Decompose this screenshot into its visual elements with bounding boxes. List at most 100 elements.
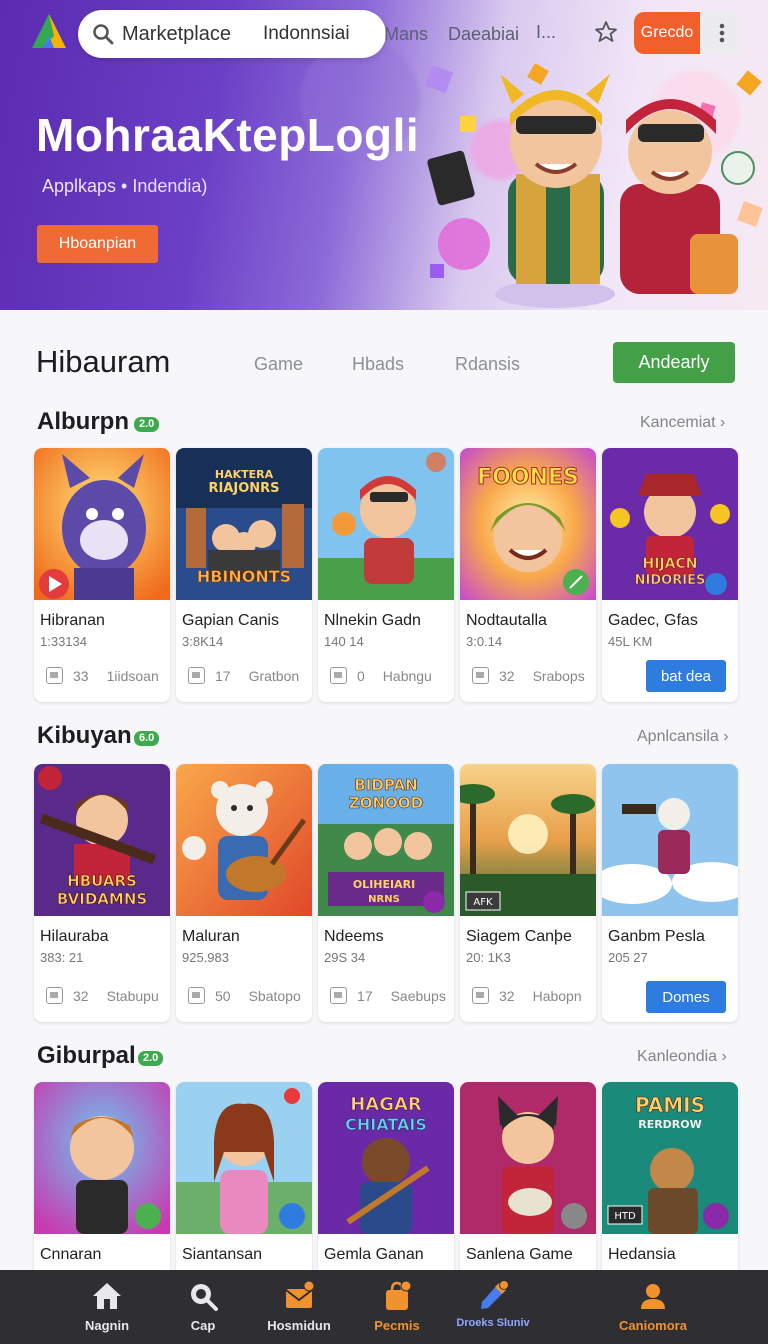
hero-title: MohraaKtepLogli [36,109,420,161]
app-card[interactable]: Cnnaran [34,1082,170,1282]
search-region[interactable]: Indonnsiai [263,23,350,45]
app-stats: 0 Habngu [330,667,432,684]
app-stats: 17 Saebups [330,987,446,1004]
home-icon [93,1283,121,1309]
nav-link-more[interactable]: I... [536,22,556,43]
nav-link-1[interactable]: Mans [384,24,428,45]
search-icon [93,24,114,45]
nav-item-profile[interactable]: Caniomora [593,1270,713,1344]
section-action-button[interactable]: bat dea [646,660,726,692]
hero-characters-illustration [424,64,763,308]
app-thumbnail [176,764,312,916]
app-name: Siagem Canþe [466,928,572,945]
storage-icon [472,987,489,1004]
storage-icon [188,987,205,1004]
app-name: Gapian Canis [182,612,279,629]
app-card[interactable]: PAMIS RERDROW HTD Hedansia [602,1082,738,1282]
app-card[interactable]: HAGAR CHIATAIS Gemla Ganan [318,1082,454,1282]
storage-icon [472,667,489,684]
mail-icon [285,1280,315,1308]
app-name: Nlnekin Gadn [324,612,421,629]
app-logo-icon[interactable] [30,12,68,52]
see-more-link[interactable]: Apnlcansila › [637,728,729,746]
section-title: Kibuyan [37,722,132,749]
svg-text:BIDPAN: BIDPAN [354,776,417,794]
svg-text:HTD: HTD [614,1211,636,1222]
section-title: Giburpal [37,1042,136,1069]
app-card[interactable]: Maluran 925.983 50 Sbatopo [176,764,312,1022]
app-meta: 3:0.14 [466,634,503,649]
app-name: Siantansan [182,1246,263,1263]
bag-icon [386,1280,412,1310]
app-thumbnail [34,1082,170,1234]
hero-cta-button[interactable]: Hboanpian [37,225,158,263]
app-name: Hibranan [40,612,105,629]
svg-text:RIAJONRS: RIAJONRS [208,481,279,496]
svg-text:FOONES: FOONES [477,465,579,490]
app-thumbnail: BIDPAN ZONOOD OLIHEIARI NRNS [318,764,454,916]
svg-text:HAKTERA: HAKTERA [215,468,274,481]
svg-text:NIDORIES: NIDORIES [635,573,706,588]
tab-hbads[interactable]: Hbads [352,354,404,375]
svg-text:RERDROW: RERDROW [638,1118,702,1131]
app-stats: 33 1iidsoan [46,667,159,684]
hero-banner: Marketplace Indonnsiai Mans Daeabiai I..… [0,0,768,310]
bottom-navigation: Nagnin Cap Hosmidun Pecmis Droeks Sluniv… [0,1270,768,1344]
app-card[interactable]: HBUARS BVIDAMNS Hilauraba 383: 21 32 Stab… [34,764,170,1022]
header-action-button[interactable]: Grecdo [634,12,700,54]
app-thumbnail [460,1082,596,1234]
storage-icon [46,987,63,1004]
app-thumbnail [602,764,738,916]
app-card[interactable]: Sanlena Game [460,1082,596,1282]
app-thumbnail [34,448,170,600]
section-title: Alburpn [37,408,129,435]
app-name: Ganbm Pesla [608,928,705,945]
svg-text:AFK: AFK [473,897,493,908]
section-action-button[interactable]: Domes [646,981,726,1013]
primary-action-button[interactable]: Andearly [613,342,735,383]
app-name: Cnnaran [40,1246,102,1263]
app-screen: Marketplace Indonnsiai Mans Daeabiai I..… [0,0,768,1344]
tab-rdansis[interactable]: Rdansis [455,354,520,375]
see-more-link[interactable]: Kancemiat › [640,414,725,432]
app-thumbnail [176,1082,312,1234]
search-input[interactable]: Marketplace Indonnsiai [78,10,386,58]
app-thumbnail [318,448,454,600]
app-thumbnail: AFK [460,764,596,916]
app-name: Nodtautalla [466,612,547,629]
app-card[interactable]: Nlnekin Gadn 140 14 0 Habngu [318,448,454,702]
app-meta: 1:33134 [40,634,87,649]
section-badge: 6.0 [134,731,160,746]
app-card[interactable]: Hibranan 1:33134 33 1iidsoan [34,448,170,702]
app-card[interactable]: BIDPAN ZONOOD OLIHEIARI NRNS Ndeems 29S … [318,764,454,1022]
app-card[interactable]: FOONES Nodtautalla 3:0.14 32 Srabops [460,448,596,702]
hero-subtitle: Applkaps • Indendia) [42,176,208,196]
svg-text:PAMIS: PAMIS [635,1093,705,1117]
page-title: Hibauram [36,344,171,379]
app-card[interactable]: HAKTERA RIAJONRS HBINONTS Gapian Canis 3… [176,448,312,702]
app-meta: 20: 1K3 [466,950,511,965]
star-icon[interactable] [594,20,618,44]
nav-item-pen[interactable]: Droeks Sluniv [433,1270,553,1344]
see-more-link[interactable]: Kanleondia › [637,1048,727,1066]
app-meta: 205 27 [608,950,648,965]
nav-link-2[interactable]: Daeabiai [448,24,519,45]
app-meta: 29S 34 [324,950,366,965]
app-thumbnail: FOONES [460,448,596,600]
app-name: Maluran [182,928,240,945]
app-thumbnail: HBUARS BVIDAMNS [34,764,170,916]
more-vertical-icon[interactable] [712,22,732,44]
tab-game[interactable]: Game [254,354,303,375]
storage-icon [330,667,347,684]
nav-label: Droeks Sluniv [456,1317,530,1329]
app-thumbnail: PAMIS RERDROW HTD [602,1082,738,1234]
svg-text:ZONOOD: ZONOOD [349,794,423,812]
svg-text:HBINONTS: HBINONTS [197,567,291,586]
app-stats: 32 Srabops [472,667,585,684]
app-card[interactable]: Siantansan [176,1082,312,1282]
svg-text:OLIHEIARI: OLIHEIARI [353,878,415,891]
nav-label: Caniomora [619,1318,687,1333]
app-card[interactable]: AFK Siagem Canþe 20: 1K3 32 Habopn [460,764,596,1022]
svg-text:CHIATAIS: CHIATAIS [345,1115,427,1134]
pen-icon [481,1280,509,1309]
